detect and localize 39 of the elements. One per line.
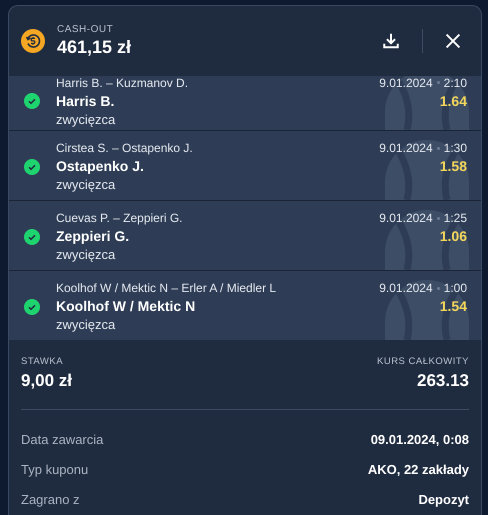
match-name: Cirstea S. – Ostapenko J.: [56, 141, 193, 155]
odds-value: 1.06: [440, 228, 467, 244]
match-date: 9.01.2024: [379, 281, 433, 295]
stake-label: STAWKA: [21, 356, 64, 367]
total-odds-label: KURS CAŁKOWITY: [377, 356, 469, 367]
selection-name: Koolhof W / Mektic N: [56, 298, 196, 314]
selection-name: Zeppieri G.: [56, 228, 130, 244]
download-icon: [382, 32, 400, 50]
odds-value: 1.58: [440, 158, 467, 174]
detail-value: AKO, 22 zakłady: [368, 462, 469, 477]
close-icon: [445, 33, 461, 49]
match-name: Cuevas P. – Zeppieri G.: [56, 211, 183, 225]
match-time: 1:30: [444, 141, 467, 155]
selection-name: Harris B.: [56, 92, 114, 108]
cashout-amount: 461,15 zł: [57, 37, 132, 58]
market-name: zwycięzca: [56, 112, 116, 126]
detail-label: Typ kuponu: [21, 462, 88, 477]
total-odds-value: 263.13: [417, 371, 469, 391]
match-date: 9.01.2024: [379, 141, 433, 155]
match-date: 9.01.2024: [379, 76, 433, 90]
cashout-label: CASH-OUT: [57, 24, 114, 35]
detail-value: 09.01.2024, 0:08: [370, 432, 469, 447]
match-name: Koolhof W / Mektic N – Erler A / Miedler L: [56, 281, 276, 295]
market-name: zwycięzca: [56, 317, 116, 332]
market-name: zwycięzca: [56, 177, 116, 192]
odds-value: 1.64: [440, 92, 467, 108]
market-name: zwycięzca: [56, 247, 116, 262]
match-time: 1:25: [444, 211, 467, 225]
match-name: Harris B. – Kuzmanov D.: [56, 76, 188, 90]
detail-label: Zagrano z: [21, 492, 80, 507]
odds-value: 1.54: [440, 298, 467, 314]
detail-label: Data zawarcia: [21, 432, 104, 447]
match-date: 9.01.2024: [379, 211, 433, 225]
selection-name: Ostapenko J.: [56, 158, 144, 174]
match-time: 1:00: [444, 281, 467, 295]
match-time: 2:10: [444, 76, 467, 90]
cashout-icon: [21, 29, 45, 53]
stake-amount: 9,00 zł: [21, 371, 72, 391]
detail-value: Depozyt: [418, 492, 469, 507]
